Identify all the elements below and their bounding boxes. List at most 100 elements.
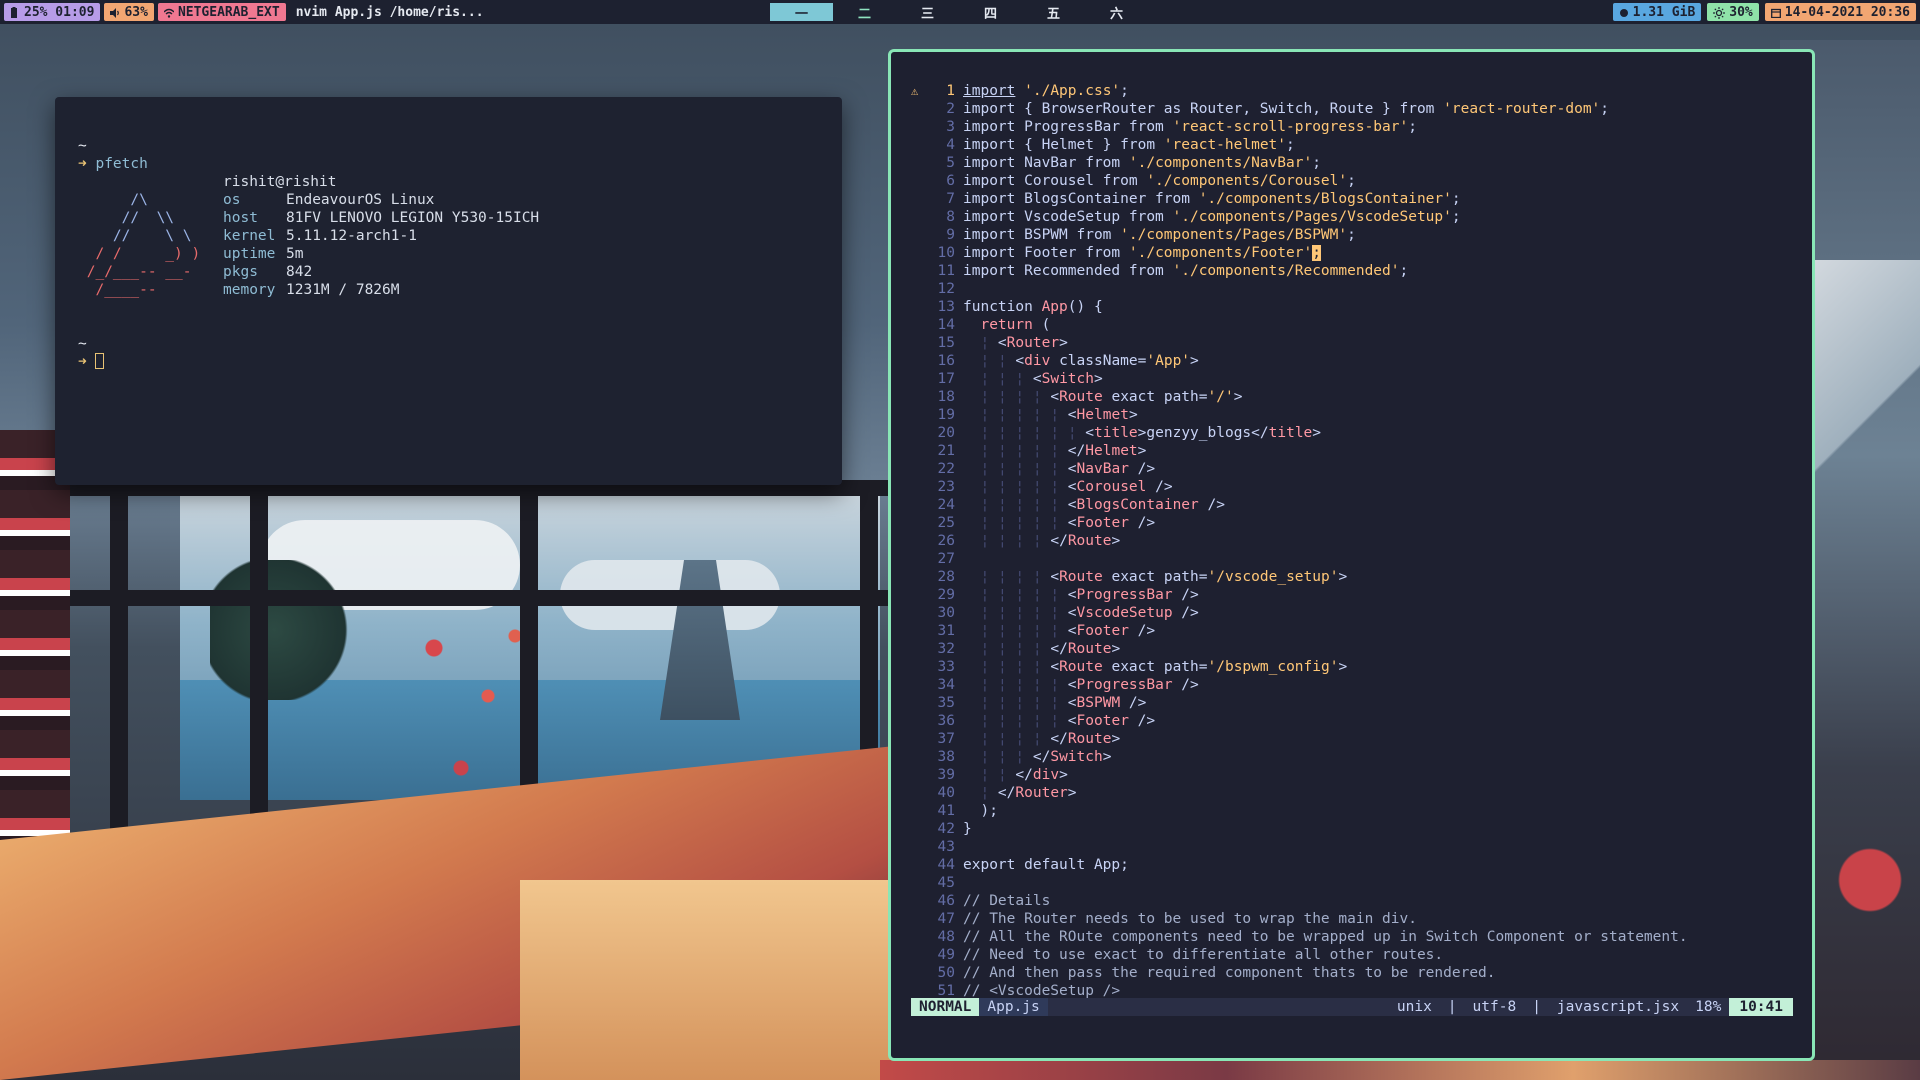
logo-line: // \ \ xyxy=(78,228,192,244)
code-line[interactable]: 35 ¦ ¦ ¦ ¦ ¦ <BSPWM /> xyxy=(911,694,1793,712)
code-line[interactable]: 27 xyxy=(911,550,1793,568)
code-line[interactable]: 36 ¦ ¦ ¦ ¦ ¦ <Footer /> xyxy=(911,712,1793,730)
sign-column xyxy=(911,874,929,892)
calendar-icon xyxy=(1770,7,1781,19)
workspace-3[interactable]: 三 xyxy=(896,3,959,22)
code-line[interactable]: 39 ¦ ¦ </div> xyxy=(911,766,1793,784)
sign-column xyxy=(911,280,929,298)
line-number: 47 xyxy=(937,911,955,927)
nvim-window[interactable]: ⚠ 1 import './App.css'; 2 import { BrowserRo… xyxy=(888,49,1815,1061)
sign-column xyxy=(911,460,929,478)
code-line[interactable]: 11 import Recommended from './components/… xyxy=(911,262,1793,280)
code-line[interactable]: 22 ¦ ¦ ¦ ¦ ¦ <NavBar /> xyxy=(911,460,1793,478)
code-line[interactable]: 23 ¦ ¦ ¦ ¦ ¦ <Corousel /> xyxy=(911,478,1793,496)
code-line[interactable]: 34 ¦ ¦ ¦ ¦ ¦ <ProgressBar /> xyxy=(911,676,1793,694)
workspace-2[interactable]: 二 xyxy=(833,3,896,22)
code-line[interactable]: 13 function App() { xyxy=(911,298,1793,316)
code-line[interactable]: 5 import NavBar from './components/NavBar… xyxy=(911,154,1793,172)
line-number: 44 xyxy=(937,857,955,873)
code-line[interactable]: 14 return ( xyxy=(911,316,1793,334)
code-line[interactable]: 41 ); xyxy=(911,802,1793,820)
code-line[interactable]: 30 ¦ ¦ ¦ ¦ ¦ <VscodeSetup /> xyxy=(911,604,1793,622)
sign-column xyxy=(911,712,929,730)
code-line[interactable]: 40 ¦ </Router> xyxy=(911,784,1793,802)
sign-column xyxy=(911,694,929,712)
code-text: ¦ ¦ ¦ ¦ ¦ <ProgressBar /> xyxy=(980,677,1199,693)
code-line[interactable]: 3 import ProgressBar from 'react-scroll-p… xyxy=(911,118,1793,136)
wifi-module[interactable]: NETGEARAB_EXT xyxy=(157,3,286,21)
sign-column xyxy=(911,316,929,334)
code-line[interactable]: 25 ¦ ¦ ¦ ¦ ¦ <Footer /> xyxy=(911,514,1793,532)
code-line[interactable]: 12 xyxy=(911,280,1793,298)
code-line[interactable]: 2 import { BrowserRouter as Router, Switc… xyxy=(911,100,1793,118)
code-line[interactable]: 50 // And then pass the required componen… xyxy=(911,964,1793,982)
battery-module[interactable]: 25% 01:09 xyxy=(4,3,101,21)
info-value: 5m xyxy=(286,246,304,262)
code-line[interactable]: 4 import { Helmet } from 'react-helmet'; xyxy=(911,136,1793,154)
info-key: os xyxy=(223,192,241,208)
code-line[interactable]: 9 import BSPWM from './components/Pages/B… xyxy=(911,226,1793,244)
workspace-1[interactable]: 一 xyxy=(770,3,833,22)
line-number: 45 xyxy=(937,875,955,891)
sign-column xyxy=(911,856,929,874)
code-line[interactable]: 21 ¦ ¦ ¦ ¦ ¦ </Helmet> xyxy=(911,442,1793,460)
workspace-6[interactable]: 六 xyxy=(1085,3,1148,22)
code-line[interactable]: 7 import BlogsContainer from './component… xyxy=(911,190,1793,208)
code-text: ¦ </Router> xyxy=(980,785,1077,801)
date-module[interactable]: 14-04-2021 20:36 xyxy=(1764,3,1916,21)
sign-column xyxy=(911,118,929,136)
info-key: memory xyxy=(223,282,276,298)
sign-column xyxy=(911,136,929,154)
code-line[interactable]: 20 ¦ ¦ ¦ ¦ ¦ ¦ <title>genzyy_blogs</titl… xyxy=(911,424,1793,442)
code-line[interactable]: 17 ¦ ¦ ¦ <Switch> xyxy=(911,370,1793,388)
code-line[interactable]: 10 import Footer from './components/Foote… xyxy=(911,244,1793,262)
code-line[interactable]: 31 ¦ ¦ ¦ ¦ ¦ <Footer /> xyxy=(911,622,1793,640)
logo-line: // \\ xyxy=(78,210,175,226)
code-line[interactable]: 6 import Corousel from './components/Coro… xyxy=(911,172,1793,190)
code-text: ¦ ¦ ¦ ¦ </Route> xyxy=(980,641,1121,657)
code-line[interactable]: 19 ¦ ¦ ¦ ¦ ¦ <Helmet> xyxy=(911,406,1793,424)
code-line[interactable]: 24 ¦ ¦ ¦ ¦ ¦ <BlogsContainer /> xyxy=(911,496,1793,514)
code-line[interactable]: 45 xyxy=(911,874,1793,892)
code-line[interactable]: 32 ¦ ¦ ¦ ¦ </Route> xyxy=(911,640,1793,658)
prompt-line[interactable]: ➜ xyxy=(78,353,822,371)
code-line[interactable]: 26 ¦ ¦ ¦ ¦ </Route> xyxy=(911,532,1793,550)
code-line[interactable]: 33 ¦ ¦ ¦ ¦ <Route exact path='/bspwm_con… xyxy=(911,658,1793,676)
code-line[interactable]: 48 // All the ROute components need to be… xyxy=(911,928,1793,946)
code-line[interactable]: 44 export default App; xyxy=(911,856,1793,874)
code-line[interactable]: 46 // Details xyxy=(911,892,1793,910)
code-text: import { Helmet } from 'react-helmet'; xyxy=(963,137,1295,153)
code-line[interactable]: 42} xyxy=(911,820,1793,838)
prompt-arrow: ➜ xyxy=(78,156,87,172)
volume-text: 63% xyxy=(124,4,148,20)
sign-column xyxy=(911,514,929,532)
volume-module[interactable]: 63% xyxy=(104,3,154,21)
code-line[interactable]: 16 ¦ ¦ <div className='App'> xyxy=(911,352,1793,370)
code-line[interactable]: 15 ¦ <Router> xyxy=(911,334,1793,352)
code-text: function App() { xyxy=(963,299,1103,315)
code-line[interactable]: 37 ¦ ¦ ¦ ¦ </Route> xyxy=(911,730,1793,748)
line-number: 31 xyxy=(937,623,955,639)
brightness-module[interactable]: 30% xyxy=(1707,3,1759,21)
code-line[interactable]: 18 ¦ ¦ ¦ ¦ <Route exact path='/'> xyxy=(911,388,1793,406)
code-text: ¦ ¦ ¦ ¦ ¦ <BlogsContainer /> xyxy=(980,497,1225,513)
workspace-4[interactable]: 四 xyxy=(959,3,1022,22)
code-line[interactable]: 8 import VscodeSetup from './components/P… xyxy=(911,208,1793,226)
memory-module[interactable]: 1.31 GiB xyxy=(1612,3,1702,21)
code-line[interactable]: 29 ¦ ¦ ¦ ¦ ¦ <ProgressBar /> xyxy=(911,586,1793,604)
sign-column xyxy=(911,532,929,550)
code-text: import { BrowserRouter as Router, Switch… xyxy=(963,101,1610,117)
code-line[interactable]: 43 xyxy=(911,838,1793,856)
code-line[interactable]: 38 ¦ ¦ ¦ </Switch> xyxy=(911,748,1793,766)
info-key: pkgs xyxy=(223,264,258,280)
code-line[interactable]: 47 // The Router needs to be used to wrap… xyxy=(911,910,1793,928)
code-line[interactable]: ⚠ 1 import './App.css'; xyxy=(911,82,1793,100)
terminal-window[interactable]: ~ ➜ pfetch /\ // \\ // \ \ / / _) ) /_/_… xyxy=(55,97,842,485)
code-line[interactable]: 28 ¦ ¦ ¦ ¦ <Route exact path='/vscode_se… xyxy=(911,568,1793,586)
code-text: ¦ ¦ ¦ </Switch> xyxy=(980,749,1112,765)
workspace-5[interactable]: 五 xyxy=(1022,3,1085,22)
code-line[interactable]: 49 // Need to use exact to differentiate … xyxy=(911,946,1793,964)
code-editor[interactable]: ⚠ 1 import './App.css'; 2 import { BrowserRo… xyxy=(911,82,1793,1002)
